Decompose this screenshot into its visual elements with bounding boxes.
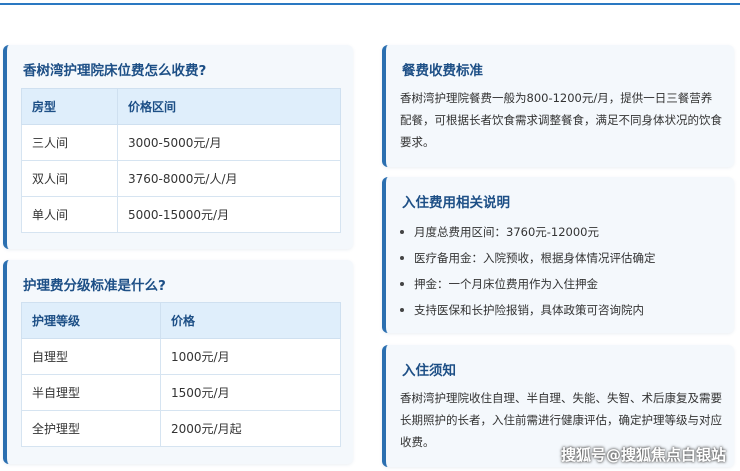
list-item-text: 支持医保和长护险报销，具体政策可咨询院内 xyxy=(414,303,644,317)
admission-fee-card: 入住费用相关说明 月度总费用区间：3760元-12000元 医疗备用金：入院预收… xyxy=(382,177,734,333)
list-item-text: 医疗备用金：入院预收，根据身体情况评估确定 xyxy=(414,251,656,265)
bed-fee-title: 香树湾护理院床位费怎么收费? xyxy=(23,63,207,79)
table-row: 自理型 1000元/月 xyxy=(21,338,341,375)
table-row: 全护理型 2000元/月起 xyxy=(21,410,341,447)
care-fee-title: 护理费分级标准是什么? xyxy=(23,278,166,294)
care-level-cell: 自理型 xyxy=(21,338,161,375)
list-item-text: 押金：一个月床位费用作为入住押金 xyxy=(414,277,598,291)
bullet-icon xyxy=(400,282,404,286)
bed-fee-card: 香树湾护理院床位费怎么收费? 房型 价格区间 三人间 3000-5000元/月 … xyxy=(3,45,353,249)
price-cell: 3760-8000元/人/月 xyxy=(117,160,341,197)
bullet-icon xyxy=(400,308,404,312)
watermark-text: 搜狐号@搜狐焦点白银站 xyxy=(560,446,726,464)
list-item: 押金：一个月床位费用作为入住押金 xyxy=(400,271,656,297)
care-level-cell: 全护理型 xyxy=(21,410,161,447)
meal-fee-title: 餐费收费标准 xyxy=(402,63,483,79)
bullet-icon xyxy=(400,256,404,260)
list-item: 医疗备用金：入院预收，根据身体情况评估确定 xyxy=(400,245,656,271)
table-header-row: 房型 价格区间 xyxy=(21,88,341,125)
admission-fee-list: 月度总费用区间：3760元-12000元 医疗备用金：入院预收，根据身体情况评估… xyxy=(400,219,656,323)
price-cell: 1000元/月 xyxy=(160,338,341,375)
table-row: 双人间 3760-8000元/人/月 xyxy=(21,160,341,197)
price-cell: 1500元/月 xyxy=(160,374,341,411)
meal-fee-card: 餐费收费标准 香树湾护理院餐费一般为800-1200元/月，提供一日三餐营养配餐… xyxy=(382,45,734,167)
column-header-care-level: 护理等级 xyxy=(21,302,161,339)
list-item: 支持医保和长护险报销，具体政策可咨询院内 xyxy=(400,297,656,323)
care-fee-table: 护理等级 价格 自理型 1000元/月 半自理型 1500元/月 全护理型 20… xyxy=(21,302,341,447)
bullet-icon xyxy=(400,230,404,234)
admission-fee-title: 入住费用相关说明 xyxy=(402,195,510,211)
bed-fee-table: 房型 价格区间 三人间 3000-5000元/月 双人间 3760-8000元/… xyxy=(21,88,341,233)
column-header-price-range: 价格区间 xyxy=(117,88,341,125)
column-header-room-type: 房型 xyxy=(21,88,118,125)
top-divider xyxy=(0,3,740,5)
care-level-cell: 半自理型 xyxy=(21,374,161,411)
list-item: 月度总费用区间：3760元-12000元 xyxy=(400,219,656,245)
table-row: 三人间 3000-5000元/月 xyxy=(21,124,341,161)
care-fee-card: 护理费分级标准是什么? 护理等级 价格 自理型 1000元/月 半自理型 150… xyxy=(3,260,353,464)
list-item-text: 月度总费用区间：3760元-12000元 xyxy=(414,225,599,239)
price-cell: 5000-15000元/月 xyxy=(117,196,341,233)
column-header-price: 价格 xyxy=(160,302,341,339)
price-cell: 2000元/月起 xyxy=(160,410,341,447)
table-header-row: 护理等级 价格 xyxy=(21,302,341,339)
price-cell: 3000-5000元/月 xyxy=(117,124,341,161)
table-row: 单人间 5000-15000元/月 xyxy=(21,196,341,233)
table-row: 半自理型 1500元/月 xyxy=(21,374,341,411)
room-type-cell: 三人间 xyxy=(21,124,118,161)
meal-fee-description: 香树湾护理院餐费一般为800-1200元/月，提供一日三餐营养配餐，可根据长者饮… xyxy=(400,91,722,149)
admission-notice-title: 入住须知 xyxy=(402,363,456,379)
room-type-cell: 双人间 xyxy=(21,160,118,197)
room-type-cell: 单人间 xyxy=(21,196,118,233)
